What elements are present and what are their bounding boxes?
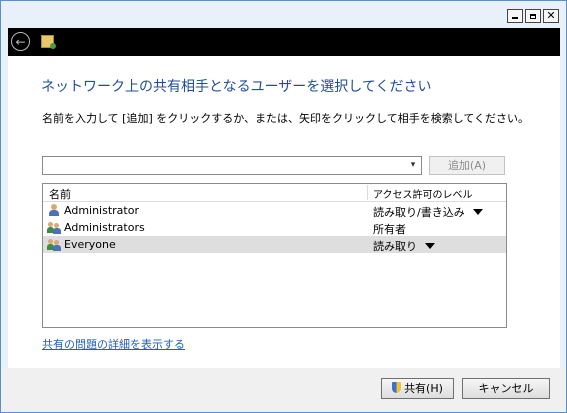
back-arrow-icon[interactable]: ←	[11, 32, 30, 51]
permission-level-dropdown[interactable]: 読み取り	[373, 238, 435, 254]
share-user-list: 名前 アクセス許可のレベル Administrator 読み取り/書き込み Ad…	[42, 183, 507, 328]
column-header-permission-level[interactable]: アクセス許可のレベル	[373, 186, 473, 201]
dropdown-arrow-icon[interactable]	[472, 209, 483, 215]
share-button[interactable]: 共有(H)	[381, 378, 454, 399]
close-button[interactable]: ✕	[543, 9, 559, 23]
group-icon	[47, 238, 61, 251]
cancel-button[interactable]: キャンセル	[462, 378, 550, 399]
dialog-footer: 共有(H) キャンセル	[1, 368, 566, 412]
list-header: 名前 アクセス許可のレベル	[43, 184, 506, 202]
file-sharing-icon	[41, 35, 56, 49]
permission-level-value: 読み取り/書き込み	[373, 206, 465, 219]
row-user-name: Everyone	[64, 238, 116, 251]
row-user-name: Administrator	[64, 204, 139, 217]
navigation-bar: ←	[8, 28, 560, 56]
share-button-label: 共有(H)	[404, 382, 443, 395]
instruction-text: 名前を入力して [追加] をクリックするか、または、矢印をクリックして相手を検索…	[42, 112, 530, 125]
user-name-combobox[interactable]: ▾	[42, 156, 422, 175]
close-icon: ✕	[546, 9, 556, 22]
minimize-icon	[508, 10, 522, 22]
maximize-icon	[526, 10, 540, 22]
permission-level-dropdown[interactable]: 読み取り/書き込み	[373, 204, 483, 220]
add-button[interactable]: 追加(A)	[429, 156, 505, 175]
list-row-everyone[interactable]: Everyone 読み取り	[43, 236, 506, 253]
user-icon	[48, 204, 60, 217]
dropdown-arrow-icon[interactable]	[425, 243, 435, 249]
share-dialog-window: ✕ ← ネットワーク上の共有相手となるユーザーを選択してください 名前を入力して…	[0, 0, 567, 413]
page-title: ネットワーク上の共有相手となるユーザーを選択してください	[41, 79, 432, 95]
maximize-button[interactable]	[525, 9, 541, 23]
permission-level-value: 読み取り	[373, 240, 417, 253]
group-icon	[47, 221, 61, 234]
minimize-button[interactable]	[507, 9, 523, 23]
row-user-name: Administrators	[64, 221, 145, 234]
dialog-content: ネットワーク上の共有相手となるユーザーを選択してください 名前を入力して [追加…	[8, 56, 560, 368]
list-row-administrator[interactable]: Administrator 読み取り/書き込み	[43, 202, 506, 219]
column-header-name[interactable]: 名前	[49, 186, 71, 202]
title-bar: ✕	[1, 1, 566, 28]
chevron-down-icon[interactable]: ▾	[408, 160, 418, 170]
list-row-administrators[interactable]: Administrators 所有者	[43, 219, 506, 236]
uac-shield-icon	[392, 382, 402, 393]
permission-level-value: 所有者	[373, 223, 406, 236]
column-divider[interactable]	[367, 185, 368, 200]
sharing-help-link[interactable]: 共有の問題の詳細を表示する	[42, 336, 185, 352]
